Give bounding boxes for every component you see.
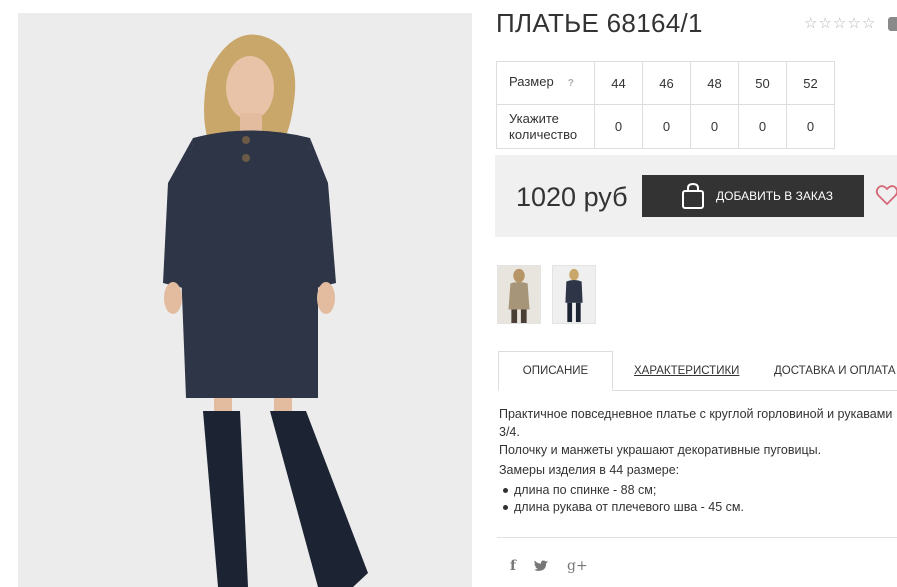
shopping-bag-icon [682, 182, 704, 209]
add-to-order-label: ДОБАВИТЬ В ЗАКАЗ [716, 189, 833, 203]
tab-characteristics[interactable]: ХАРАКТЕРИСТИКИ [634, 351, 739, 391]
thumbnail-navy-dress[interactable] [552, 265, 596, 324]
star-icon[interactable]: ☆ [804, 14, 817, 32]
product-main-photo[interactable] [18, 13, 472, 587]
star-icon[interactable]: ☆ [818, 14, 831, 32]
help-icon[interactable]: ? [568, 78, 574, 89]
size-value: 44 [594, 61, 643, 105]
list-item: длина по спинке - 88 см; [499, 482, 744, 499]
add-to-order-button[interactable]: ДОБАВИТЬ В ЗАКАЗ [642, 175, 864, 217]
list-item: длина рукава от плечевого шва - 45 см. [499, 499, 744, 516]
quantity-input[interactable]: 0 [738, 104, 787, 149]
quantity-input[interactable]: 0 [690, 104, 739, 149]
product-info-tabs: ОПИСАНИЕ ХАРАКТЕРИСТИКИ ДОСТАВКА И ОПЛАТ… [498, 351, 897, 391]
measurements-list: длина по спинке - 88 см; длина рукава от… [499, 482, 744, 516]
quantity-input[interactable]: 0 [594, 104, 643, 149]
product-photo-illustration [18, 13, 472, 587]
quantity-label-cell: Укажите количество [496, 104, 595, 149]
facebook-icon[interactable]: f [510, 558, 516, 574]
quantity-input[interactable]: 0 [642, 104, 691, 149]
measurements-block: Замеры изделия в 44 размере: длина по сп… [499, 462, 744, 516]
star-icon[interactable]: ☆ [862, 14, 875, 32]
size-value: 52 [786, 61, 835, 105]
thumbnail-beige-dress[interactable] [497, 265, 541, 324]
description-line: Полочку и манжеты украшают декоративные … [499, 443, 822, 457]
size-value: 46 [642, 61, 691, 105]
twitter-icon[interactable] [534, 560, 549, 573]
size-label: Размер [509, 74, 554, 89]
size-quantity-table: Размер? 44 46 48 50 52 Укажите количество… [496, 61, 835, 149]
tab-delivery-payment[interactable]: ДОСТАВКА И ОПЛАТА [774, 351, 896, 391]
heart-icon[interactable] [875, 183, 897, 207]
purchase-bar: 1020 руб ДОБАВИТЬ В ЗАКАЗ [495, 155, 897, 237]
size-label-cell: Размер? [496, 61, 595, 105]
product-price: 1020 руб [516, 182, 628, 212]
divider [497, 537, 897, 538]
quantity-label-line1: Укажите [509, 110, 559, 126]
google-plus-icon[interactable]: g+ [567, 558, 588, 574]
quantity-label-line2: количество [509, 126, 578, 142]
tab-description[interactable]: ОПИСАНИЕ [498, 351, 613, 391]
thumbnail-image [553, 266, 595, 323]
star-icon[interactable]: ☆ [833, 14, 846, 32]
quantity-input[interactable]: 0 [786, 104, 835, 149]
measurements-title: Замеры изделия в 44 размере: [499, 463, 680, 477]
star-icon[interactable]: ☆ [847, 14, 860, 32]
compare-icon-edge[interactable] [888, 17, 897, 31]
size-value: 48 [690, 61, 739, 105]
product-title: ПЛАТЬЕ 68164/1 [496, 8, 703, 38]
quantity-row: Укажите количество 0 0 0 0 0 [496, 104, 835, 149]
rating-stars[interactable]: ☆ ☆ ☆ ☆ ☆ [804, 14, 875, 32]
description-line: Практичное повседневное платье с круглой… [499, 407, 893, 439]
product-description: Практичное повседневное платье с круглой… [499, 405, 897, 459]
share-buttons: f g+ [510, 558, 588, 574]
size-value: 50 [738, 61, 787, 105]
thumbnail-image [498, 266, 540, 323]
size-row: Размер? 44 46 48 50 52 [496, 61, 835, 105]
